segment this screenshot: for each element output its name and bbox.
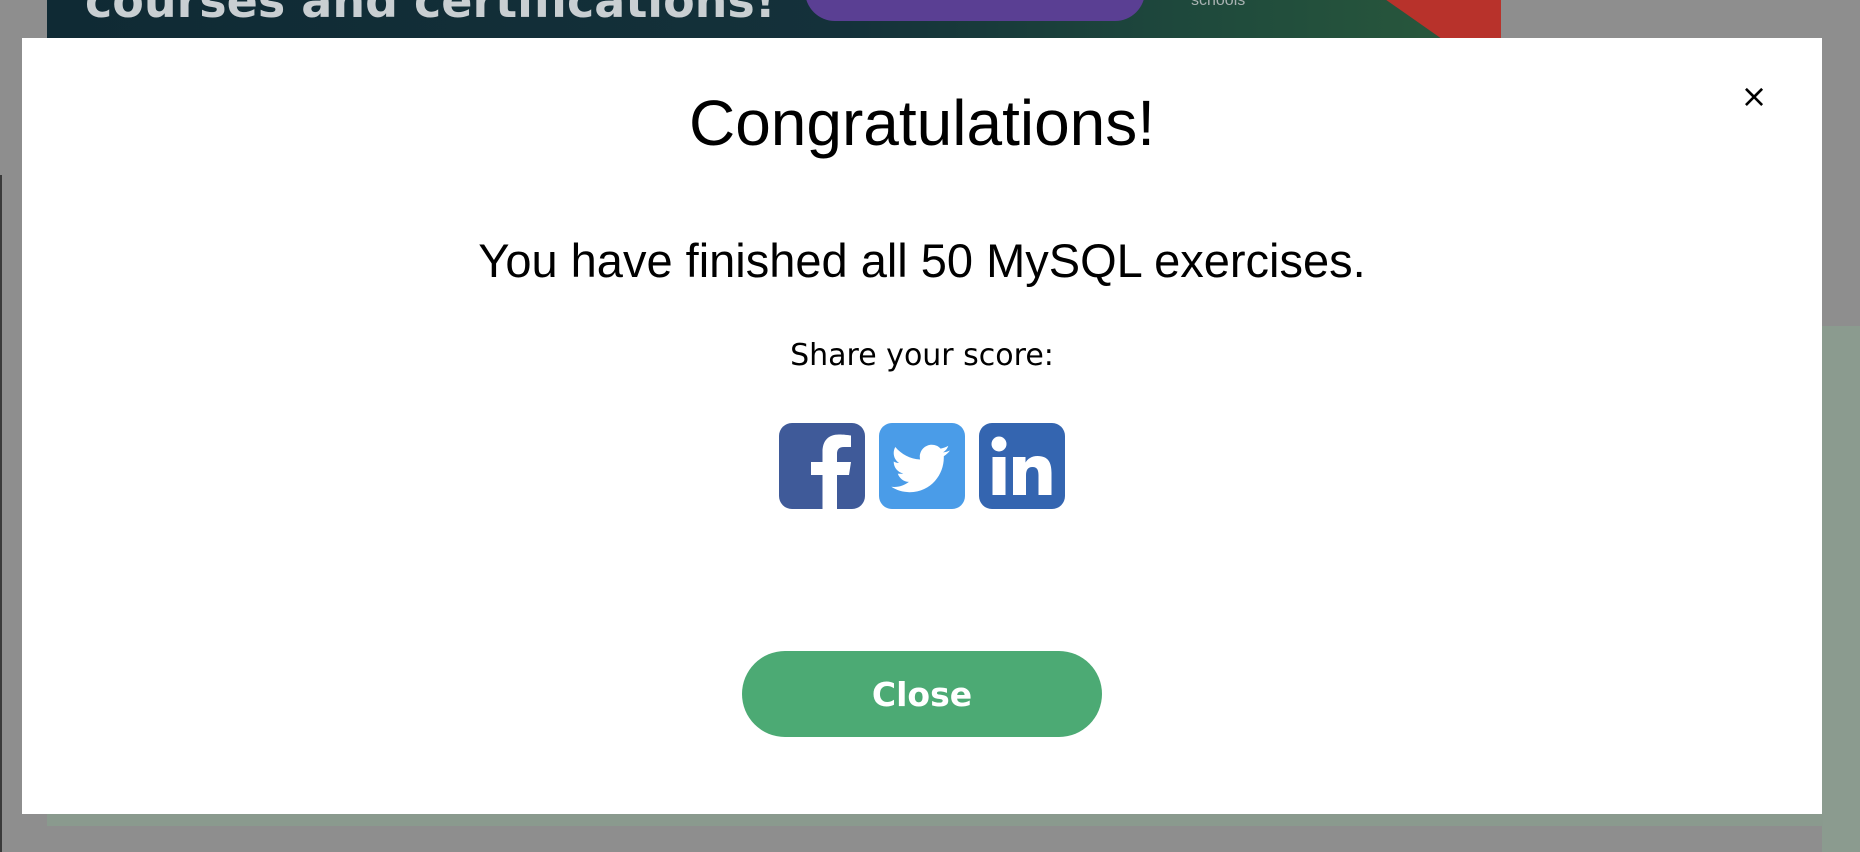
promo-banner-button[interactable] [805,0,1145,21]
facebook-share-button[interactable] [779,423,865,509]
linkedin-icon [991,436,1052,495]
background-right-panel [1822,326,1860,852]
promo-banner[interactable]: courses and certifications! schools [47,0,1501,40]
twitter-icon [891,444,950,493]
promo-banner-corner-ribbon [1371,0,1501,40]
promo-banner-text: courses and certifications! [85,0,776,28]
share-buttons [779,423,1065,509]
modal-title: Congratulations! [688,87,1156,159]
congratulations-modal: × Congratulations! You have finished all… [22,38,1822,814]
twitter-share-button[interactable] [879,423,965,509]
share-label: Share your score: [790,338,1054,373]
background-bottom-panel [47,813,1823,826]
close-button[interactable]: Close [742,651,1102,737]
completion-message: You have finished all 50 MySQL exercises… [478,234,1366,287]
linkedin-share-button[interactable] [979,423,1065,509]
background-left-strip [0,175,2,852]
promo-banner-schools-text: schools [1191,0,1246,9]
facebook-icon [811,434,851,509]
